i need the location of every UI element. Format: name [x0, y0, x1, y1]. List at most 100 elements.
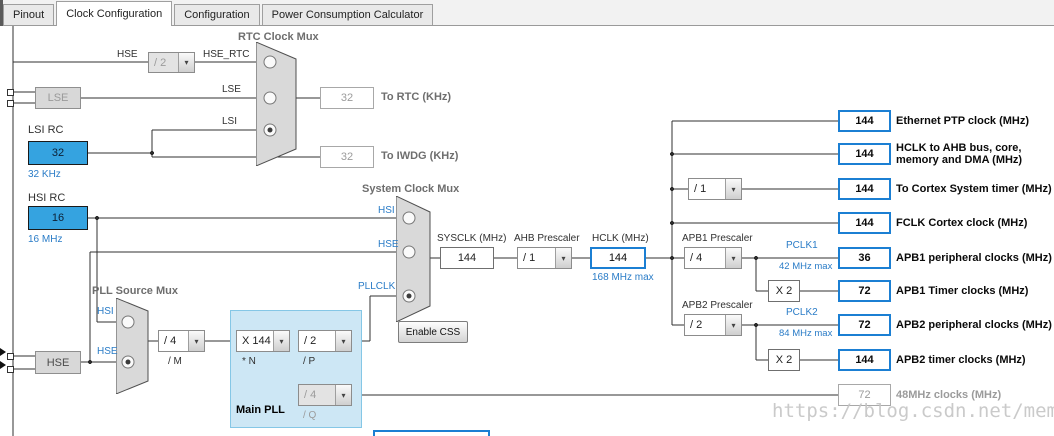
apb1-timer-multiplier-box: X 2	[768, 280, 800, 302]
system-clock-mux-title: System Clock Mux	[362, 183, 460, 195]
fclk-value-box[interactable]: 144	[838, 212, 891, 234]
osc32-in-pin	[7, 89, 14, 96]
rtc-hse-input-label: HSE	[117, 49, 138, 60]
ahb-prescaler-select[interactable]: / 1 ▾	[517, 247, 572, 269]
rtc-hse-divider-select[interactable]: / 2 ▾	[148, 52, 195, 73]
tab-pinout[interactable]: Pinout	[3, 4, 55, 25]
hclk-bus-label: HCLK to AHB bus, core, memory and DMA (M…	[896, 142, 1023, 166]
hse-source-box: HSE	[35, 351, 81, 374]
sys-mux-selected-dot	[406, 293, 412, 299]
to-iwdg-label: To IWDG (KHz)	[381, 150, 459, 162]
apb2-timer-label: APB2 timer clocks (MHz)	[896, 354, 1026, 366]
pll-n-multiplier-select[interactable]: X 144 ▾	[236, 330, 290, 352]
pclk1-max-label: 42 MHz max	[779, 261, 833, 272]
pll-mux-input-hsi[interactable]	[121, 315, 135, 329]
hsi-rc-title: HSI RC	[28, 192, 66, 204]
sys-mux-input-hse[interactable]	[402, 245, 416, 259]
system-clock-mux	[396, 196, 431, 322]
clock-configuration-window: Pinout Clock Configuration Configuration…	[0, 0, 1054, 436]
pll-q-divider-select[interactable]: / 4 ▾	[298, 384, 352, 406]
rtc-mux-input-lse[interactable]	[263, 91, 277, 105]
chevron-down-icon: ▾	[725, 315, 741, 335]
rtc-lsi-input-label: LSI	[222, 116, 238, 127]
ahb-prescaler-label: AHB Prescaler	[514, 233, 580, 244]
tab-power-consumption-calculator[interactable]: Power Consumption Calculator	[261, 4, 434, 25]
sysclk-label: SYSCLK (MHz)	[437, 233, 507, 244]
pll-hse-input-label: HSE	[97, 346, 118, 357]
partial-clock-box[interactable]	[373, 430, 490, 436]
hse-rtc-label: HSE_RTC	[203, 49, 250, 60]
sys-mux-input-hsi[interactable]	[402, 211, 416, 225]
cortex-timer-value-box[interactable]: 144	[838, 178, 891, 200]
pll-m-label: / M	[168, 356, 182, 367]
lse-source-box: LSE	[35, 87, 81, 109]
rtc-mux-input-hse-rtc[interactable]	[263, 55, 277, 69]
rtc-mux-selected-dot	[267, 127, 273, 133]
chevron-down-icon: ▾	[335, 331, 351, 351]
hclk-max-label: 168 MHz max	[592, 272, 654, 283]
osc-out-pin	[7, 366, 14, 373]
pll-p-label: / P	[303, 356, 316, 367]
apb2-timer-value-box[interactable]: 144	[838, 349, 891, 371]
chevron-down-icon: ▾	[725, 248, 741, 268]
lsi-frequency-label: 32 KHz	[28, 169, 61, 180]
apb1-timer-value-box[interactable]: 72	[838, 280, 891, 302]
apb2-peripheral-value-box[interactable]: 72	[838, 314, 891, 336]
hsi-frequency-label: 16 MHz	[28, 234, 63, 245]
pll-p-divider-select[interactable]: / 2 ▾	[298, 330, 352, 352]
pclk1-label: PCLK1	[786, 240, 818, 251]
osc-in-pin	[7, 353, 14, 360]
lsi-value-box[interactable]: 32	[28, 141, 88, 165]
to-rtc-value-box: 32	[320, 87, 374, 109]
pll-m-divider-select[interactable]: / 4 ▾	[158, 330, 205, 352]
to-iwdg-value-box: 32	[320, 146, 374, 168]
hclk-label: HCLK (MHz)	[592, 233, 649, 244]
apb2-timer-multiplier-box: X 2	[768, 349, 800, 371]
rtc-clock-mux-title: RTC Clock Mux	[238, 31, 319, 43]
apb1-prescaler-label: APB1 Prescaler	[682, 233, 753, 244]
window-edge	[0, 0, 3, 26]
ethernet-ptp-value-box[interactable]: 144	[838, 110, 891, 132]
pll-q-label: / Q	[303, 410, 317, 421]
sysclk-value-box: 144	[440, 247, 494, 269]
tab-configuration[interactable]: Configuration	[174, 4, 260, 25]
pll-mux-selected-dot	[125, 359, 131, 365]
chevron-down-icon: ▾	[555, 248, 571, 268]
main-pll-title: Main PLL	[236, 404, 285, 416]
pin-arrow-icon	[0, 348, 6, 356]
chevron-down-icon: ▾	[188, 331, 204, 351]
chevron-down-icon: ▾	[178, 53, 194, 72]
tab-bar: Pinout Clock Configuration Configuration…	[0, 0, 1054, 26]
hclk-value-box[interactable]: 144	[590, 247, 646, 269]
to-rtc-label: To RTC (KHz)	[381, 91, 452, 103]
sys-pllclk-input-label: PLLCLK	[358, 281, 396, 292]
pll-hsi-input-label: HSI	[97, 306, 114, 317]
pll-source-mux-title: PLL Source Mux	[92, 285, 178, 297]
lsi-rc-title: LSI RC	[28, 124, 64, 136]
watermark-text: https://blog.csdn.net/memoff	[772, 400, 1054, 422]
cortex-timer-divider-select[interactable]: / 1 ▾	[688, 178, 742, 200]
chevron-down-icon: ▾	[335, 385, 351, 405]
hclk-bus-value-box[interactable]: 144	[838, 143, 891, 165]
apb2-prescaler-select[interactable]: / 2 ▾	[684, 314, 742, 336]
sys-hse-input-label: HSE	[378, 239, 399, 250]
chevron-down-icon: ▾	[725, 179, 741, 199]
pin-arrow-icon	[0, 361, 6, 369]
rtc-clock-mux	[256, 42, 297, 166]
sys-hsi-input-label: HSI	[378, 205, 395, 216]
apb1-prescaler-select[interactable]: / 4 ▾	[684, 247, 742, 269]
tab-clock-configuration[interactable]: Clock Configuration	[56, 1, 173, 26]
hsi-value-box[interactable]: 16	[28, 206, 88, 230]
ethernet-ptp-label: Ethernet PTP clock (MHz)	[896, 115, 1030, 127]
rtc-lse-input-label: LSE	[222, 84, 241, 95]
cortex-timer-label: To Cortex System timer (MHz)	[896, 183, 1052, 195]
chevron-down-icon: ▾	[273, 331, 289, 351]
apb2-peripheral-label: APB2 peripheral clocks (MHz)	[896, 319, 1052, 331]
enable-css-button[interactable]: Enable CSS	[398, 321, 468, 343]
apb2-prescaler-label: APB2 Prescaler	[682, 300, 753, 311]
apb1-peripheral-label: APB1 peripheral clocks (MHz)	[896, 252, 1052, 264]
apb1-peripheral-value-box[interactable]: 36	[838, 247, 891, 269]
apb1-timer-label: APB1 Timer clocks (MHz)	[896, 285, 1029, 297]
fclk-label: FCLK Cortex clock (MHz)	[896, 217, 1028, 229]
pll-n-label: * N	[242, 356, 256, 367]
